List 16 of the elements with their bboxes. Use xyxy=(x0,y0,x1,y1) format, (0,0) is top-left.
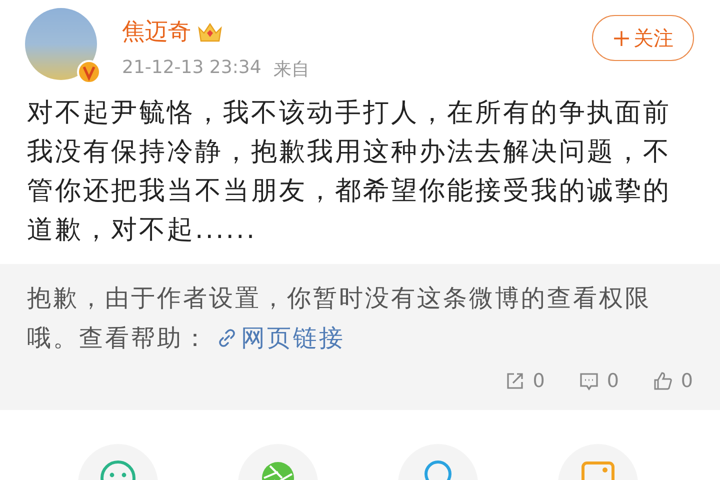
plus-icon xyxy=(612,30,630,46)
counter-value: 0 xyxy=(680,370,693,392)
verified-badge-icon xyxy=(77,60,101,84)
link-icon xyxy=(217,328,237,348)
comment-icon[interactable] xyxy=(578,371,599,391)
notice-text: 抱歉，由于作者设置，你暂时没有这条微博的查看权限哦。查看帮助： 网页链接 xyxy=(27,283,652,354)
source-label: 来自 xyxy=(273,58,310,81)
post-text: 对不起尹毓恪，我不该动手打人，在所有的争执面前我没有保持冷静，抱歉我用这种办法去解决问题，不管你还把我当不当朋友，都希望你能接受我的诚挚的道歉，对不起...... xyxy=(27,97,672,247)
follow-button[interactable]: 关注 xyxy=(592,15,694,61)
web-link[interactable]: 网页链接 xyxy=(217,324,345,352)
share-icon[interactable] xyxy=(504,371,525,391)
counter-value: 0 xyxy=(606,370,619,392)
author-name[interactable]: 焦迈奇 xyxy=(122,16,191,47)
counter-value: 0 xyxy=(532,370,545,392)
post-time: 21-12-13 23:34 xyxy=(122,57,262,80)
thumbs-up-icon[interactable] xyxy=(652,371,673,391)
